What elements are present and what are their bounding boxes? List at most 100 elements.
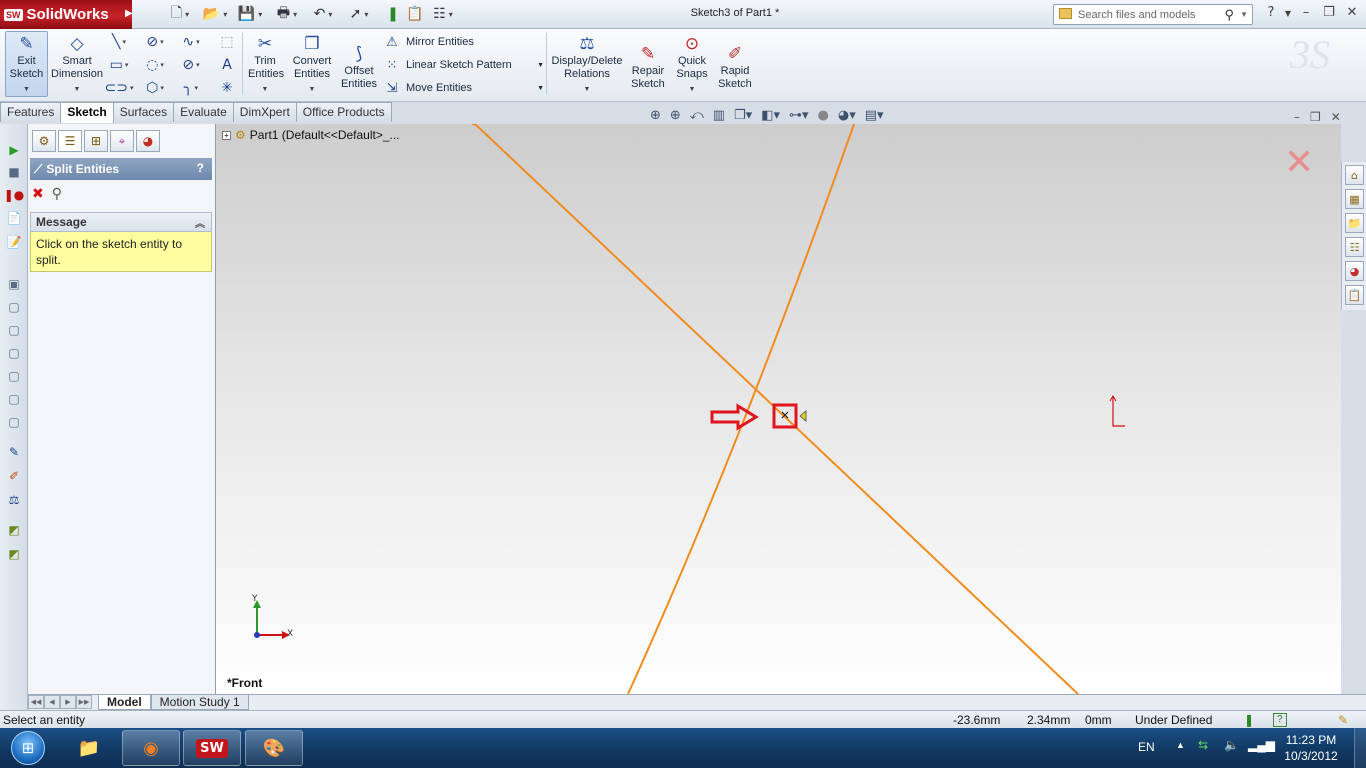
taskbar-solidworks[interactable]: SW [183,730,241,766]
view-palette-icon[interactable]: ☷ [1345,237,1364,257]
tools-icon[interactable]: ✎ [1338,713,1348,727]
quick-snaps-button[interactable]: ⊙ Quick Snaps ▼ [674,31,710,97]
smart-dimension-button[interactable]: ◇ Smart Dimension ▼ [50,31,104,97]
layer-properties-icon[interactable]: ◩ [5,546,23,562]
apply-scene-icon[interactable]: ◕▾ [838,108,856,123]
sketch-line[interactable] [473,124,1079,694]
start-button[interactable]: ⊞ [2,730,54,766]
chevron-down-icon[interactable]: ▼ [1240,10,1248,19]
view-orientation-icon[interactable]: ❐▾ [734,108,752,123]
display-delete-relations-button[interactable]: ⚖ Display/Delete Relations ▼ [550,31,624,97]
edit-macro-icon[interactable]: 📝 [5,234,23,250]
cut-extrude-icon[interactable]: ▢ [5,368,23,384]
search-icon[interactable]: ⚲ [1224,7,1234,23]
pushpin-icon[interactable]: ⚲ [52,186,62,202]
options-icon[interactable]: ☷ ▾ [428,4,458,24]
construction-geometry-icon[interactable]: ⬚ [216,32,238,52]
tab-surfaces[interactable]: Surfaces [112,102,175,122]
taskbar-explorer[interactable]: 📁 [60,730,118,766]
circle-icon[interactable]: ⊘ ▾ [144,32,166,52]
chevron-down-icon[interactable]: ▼ [74,83,81,96]
minimize-window-icon[interactable]: – [1296,5,1316,23]
expand-icon[interactable]: + [222,130,231,140]
home-icon[interactable]: ⌂ [1345,165,1364,185]
play-macro-icon[interactable]: ▶ [5,142,23,158]
spline-icon[interactable]: ∿ ▾ [180,32,202,52]
show-desktop-button[interactable] [1354,728,1366,768]
dimxpert-manager-tab-icon[interactable]: ⌖ [110,130,134,152]
mirror-entities-button[interactable]: ⚠ Mirror Entities [382,32,544,52]
next-tab-icon[interactable]: ▶ [60,695,76,709]
fillet-feature-icon[interactable]: ▢ [5,414,23,430]
offset-entities-button[interactable]: ⟆ Offset Entities [338,41,380,107]
feature-tree-flyout[interactable]: + ⚙ Part1 (Default<<Default>_... [222,128,400,142]
view-settings-icon[interactable]: ▤▾ [865,108,884,123]
chevron-down-icon[interactable]: ▼ [537,85,544,92]
sketch-canvas[interactable] [216,124,1341,694]
relations-tool-icon[interactable]: ⚖ [5,492,23,508]
tab-features[interactable]: Features [0,102,62,122]
property-manager-tab-icon[interactable]: ☰ [58,130,82,152]
ellipse-icon[interactable]: ⊘ ▾ [180,55,202,75]
file-explorer-icon[interactable]: 📁 [1345,213,1364,233]
design-library-icon[interactable]: ▦ [1345,189,1364,209]
zoom-to-fit-icon[interactable]: ⊕ [650,108,661,123]
clock[interactable]: 11:23 PM 10/3/2012 [1276,732,1346,764]
tab-dimxpert[interactable]: DimXpert [232,102,297,122]
restore-window-icon[interactable]: ❐ [1319,5,1339,23]
quick-tips-icon[interactable]: ? [1273,713,1287,727]
custom-properties-icon[interactable]: 📋 [1345,285,1364,305]
close-document-icon[interactable]: ✕ [1331,110,1341,124]
taskbar-firefox[interactable]: ◉ [122,730,180,766]
point-icon[interactable]: ✳ [216,78,238,98]
chevron-down-icon[interactable]: ▼ [584,83,591,96]
display-style-icon[interactable]: ◧▾ [761,108,780,123]
language-indicator[interactable]: EN [1138,740,1155,754]
help-icon[interactable]: ? [197,161,204,175]
slot-icon[interactable]: ⊂⊃ ▾ [105,78,134,98]
previous-view-icon[interactable]: ⤺ [690,108,704,123]
rectangle-icon[interactable]: ▭ ▾ [108,55,130,75]
trim-entities-button[interactable]: ✂ Trim Entities ▼ [244,31,286,97]
new-document-icon[interactable]: 🗋 ▾ [165,4,195,24]
repair-sketch-button[interactable]: ✎ Repair Sketch [628,41,668,107]
appearances-icon[interactable]: ◕ [1345,261,1364,281]
solidworks-menu-button[interactable]: SW SolidWorks [0,0,132,29]
layer-icon[interactable]: ◩ [5,522,23,538]
cut-revolve-icon[interactable]: ▢ [5,391,23,407]
tab-evaluate[interactable]: Evaluate [173,102,234,122]
first-tab-icon[interactable]: ◀◀ [28,695,44,709]
chevron-down-icon[interactable]: ▼ [262,83,269,96]
configuration-manager-tab-icon[interactable]: ⊞ [84,130,108,152]
help-dropdown-icon[interactable]: ▼ [1278,9,1298,27]
rapid-sketch-button[interactable]: ✐ Rapid Sketch [715,41,755,107]
new-macro-icon[interactable]: 📄 [5,210,23,226]
chevron-down-icon[interactable]: ▼ [23,83,30,96]
line-icon[interactable]: ╲ ▾ [108,32,130,52]
collapse-icon[interactable]: ︽ [195,215,205,230]
zoom-to-area-icon[interactable]: ⊕ [670,108,681,123]
last-tab-icon[interactable]: ▶▶ [76,695,92,709]
fillet-icon[interactable]: ╮ ▾ [180,78,202,98]
select-icon[interactable]: ➚ ▾ [344,4,374,24]
tab-model[interactable]: Model [98,695,151,710]
menu-flyout-arrow-icon[interactable]: ▶ [125,8,133,19]
record-macro-icon[interactable]: ❚● [4,187,25,203]
text-icon[interactable]: A [216,55,238,75]
sketch-icon[interactable]: ✎ [5,444,23,460]
network-sync-icon[interactable]: ⇆ [1198,738,1208,752]
sweep-icon[interactable]: ▢ [5,322,23,338]
stop-macro-icon[interactable]: ■ [5,164,23,180]
feature-manager-tab-icon[interactable]: ⚙ [32,130,56,152]
linear-sketch-pattern-button[interactable]: ⁙ Linear Sketch Pattern ▼ [382,55,544,75]
hide-show-items-icon[interactable]: ⊶▾ [789,108,809,123]
extrude-icon[interactable]: ▣ [5,276,23,292]
restore-document-icon[interactable]: ❐ [1310,110,1321,124]
chevron-down-icon[interactable]: ▼ [309,83,316,96]
loft-icon[interactable]: ▢ [5,345,23,361]
tab-office-products[interactable]: Office Products [295,102,392,122]
message-group-header[interactable]: Message ︽ [30,212,212,232]
cancel-icon[interactable]: ✖ [32,186,44,202]
move-entities-button[interactable]: ⇲ Move Entities ▼ [382,78,544,98]
graphics-area[interactable]: Y X + ⚙ Part1 (Default<<Default>_... *Fr… [216,124,1341,694]
